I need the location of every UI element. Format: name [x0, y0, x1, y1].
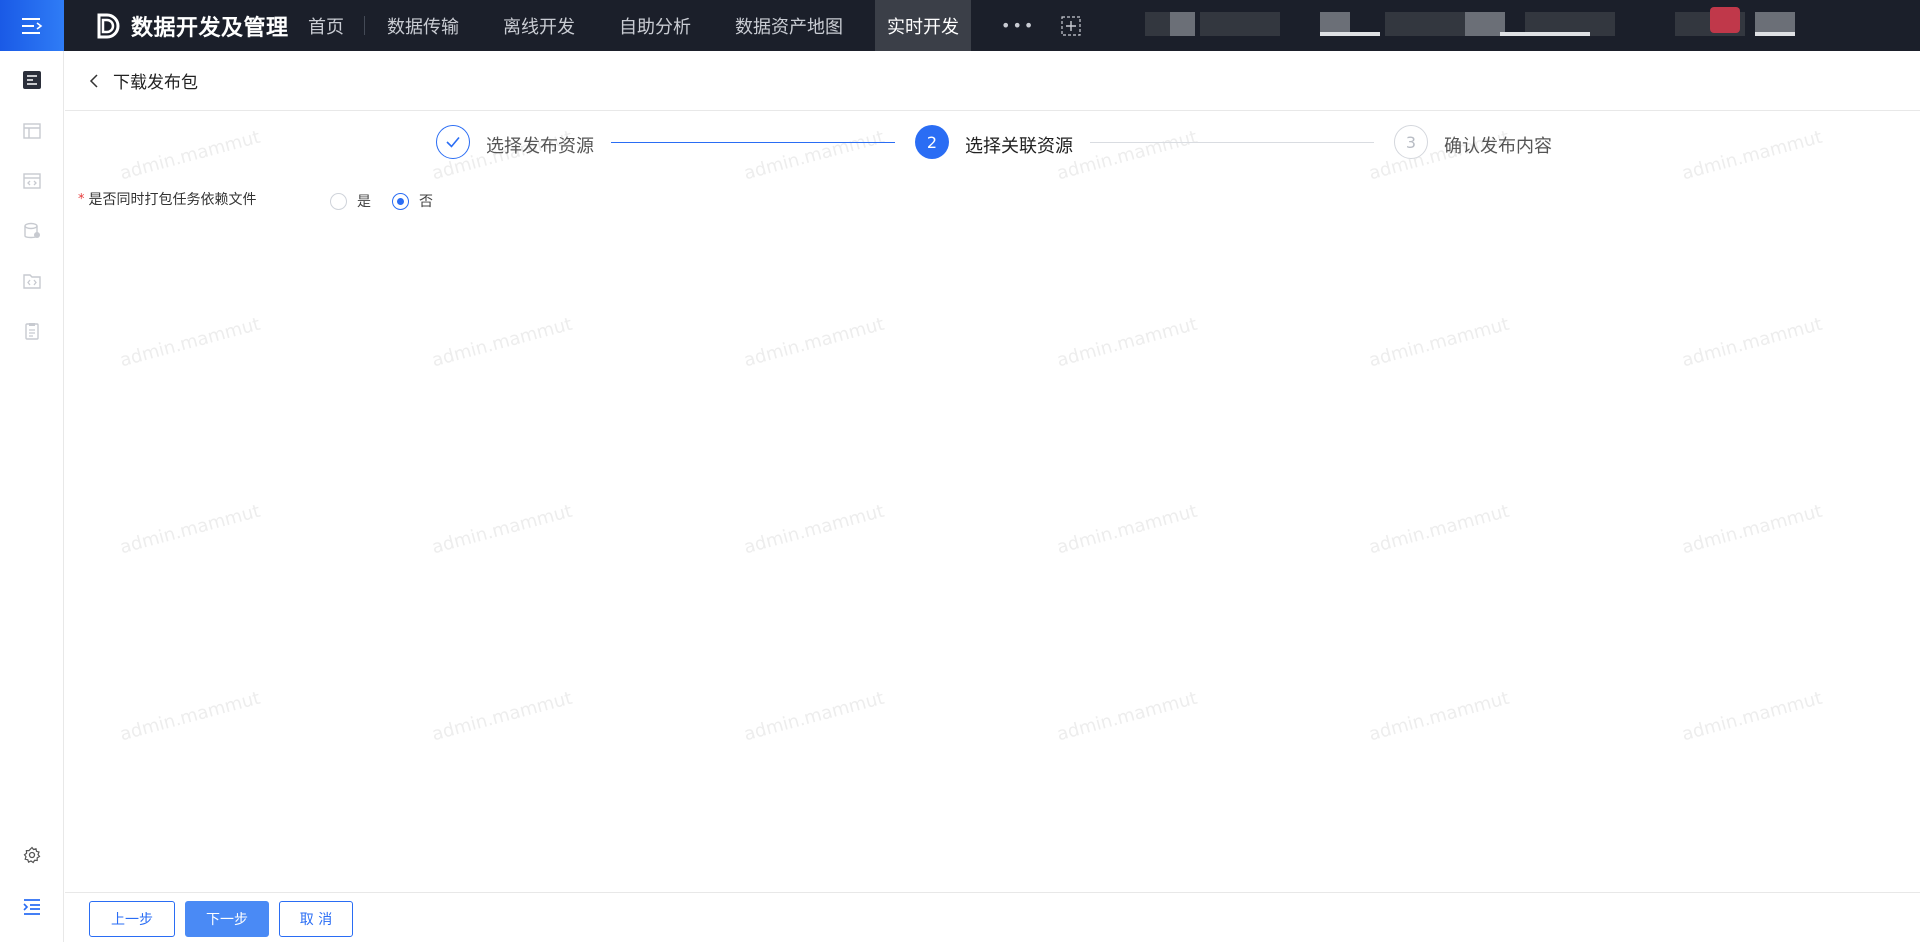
clipboard-icon [25, 323, 39, 340]
watermark: admin.mammut [1679, 687, 1825, 746]
code-folder-icon [23, 274, 41, 289]
watermark: admin.mammut [117, 313, 263, 372]
footer-actions: 上一步 下一步 取 消 [65, 892, 1920, 942]
radio-yes-dot[interactable] [330, 192, 347, 210]
watermark: admin.mammut [1054, 687, 1200, 746]
nav-item-offline-dev[interactable]: 离线开发 [481, 0, 597, 51]
watermark: admin.mammut [117, 687, 263, 746]
back-arrow-icon[interactable] [87, 73, 103, 89]
sidebar-item-database[interactable] [20, 219, 44, 243]
watermark: admin.mammut [741, 500, 887, 559]
prev-step-button[interactable]: 上一步 [89, 901, 175, 937]
more-menu-button[interactable]: ••• [971, 0, 1049, 51]
nav-item-data-transfer[interactable]: 数据传输 [365, 0, 481, 51]
sidebar-item-settings[interactable] [20, 843, 44, 867]
step-1-circle [436, 125, 470, 159]
step-connector-pending [1090, 142, 1374, 143]
app-title: 数据开发及管理 [131, 15, 289, 41]
sidebar-collapse-button[interactable] [20, 895, 44, 919]
notification-badge[interactable] [1710, 7, 1740, 33]
watermark: admin.mammut [1679, 313, 1825, 372]
radio-no-label: 否 [419, 194, 433, 210]
step-3-label: 确认发布内容 [1444, 136, 1552, 157]
watermark: admin.mammut [429, 687, 575, 746]
nav-item-home[interactable]: 首页 [290, 0, 364, 51]
user-area[interactable] [1145, 7, 1865, 36]
top-navigation-bar: 数据开发及管理 首页 数据传输 离线开发 自助分析 数据资产地图 实时开发 ••… [0, 0, 1920, 51]
menu-toggle-button[interactable] [0, 0, 64, 51]
step-1-label: 选择发布资源 [486, 136, 594, 157]
brand-logo-icon [97, 13, 120, 38]
watermark: admin.mammut [429, 313, 575, 372]
main-nav: 首页 数据传输 离线开发 自助分析 数据资产地图 实时开发 ••• [290, 0, 1093, 51]
nav-item-realtime-dev[interactable]: 实时开发 [875, 0, 971, 51]
check-icon [446, 136, 460, 148]
task-list-icon [23, 71, 41, 89]
sidebar-item-clipboard[interactable] [20, 319, 44, 343]
radio-yes-label: 是 [357, 194, 371, 210]
brand[interactable]: 数据开发及管理 [94, 0, 289, 51]
page-header: 下载发布包 [65, 51, 1920, 111]
next-step-button[interactable]: 下一步 [185, 901, 269, 937]
watermark: admin.mammut [1366, 313, 1512, 372]
package-dependency-label: 是否同时打包任务依赖文件 [88, 192, 257, 208]
watermark: admin.mammut [1366, 500, 1512, 559]
watermark: admin.mammut [117, 500, 263, 559]
indent-icon [23, 899, 40, 915]
radio-no-dot[interactable] [392, 192, 409, 210]
nav-item-asset-map[interactable]: 数据资产地图 [713, 0, 865, 51]
watermark: admin.mammut [1054, 500, 1200, 559]
watermark: admin.mammut [1679, 500, 1825, 559]
page-title: 下载发布包 [113, 73, 198, 93]
database-icon [24, 222, 40, 239]
cancel-button[interactable]: 取 消 [279, 901, 353, 937]
package-dependency-field: * 是否同时打包任务依赖文件 [78, 188, 257, 210]
sidebar-item-script[interactable] [20, 269, 44, 293]
left-sidebar [0, 51, 64, 942]
radio-no[interactable]: 否 [392, 191, 433, 211]
step-connector-done [611, 142, 895, 143]
sidebar-item-task-list[interactable] [20, 68, 44, 92]
add-tab-button[interactable] [1049, 0, 1093, 51]
gear-icon [23, 846, 41, 864]
code-window-icon [23, 173, 41, 189]
sidebar-item-code[interactable] [20, 169, 44, 193]
required-mark: * [78, 191, 85, 207]
nav-item-self-analysis[interactable]: 自助分析 [597, 0, 713, 51]
watermark: admin.mammut [741, 687, 887, 746]
watermark: admin.mammut [429, 500, 575, 559]
step-2-label: 选择关联资源 [965, 136, 1073, 157]
watermark: admin.mammut [1366, 687, 1512, 746]
radio-yes[interactable]: 是 [330, 191, 371, 211]
steps-progress: 选择发布资源 2 选择关联资源 3 确认发布内容 [0, 124, 1920, 162]
step-3-circle: 3 [1394, 125, 1428, 159]
watermark: admin.mammut [741, 313, 887, 372]
watermark: admin.mammut [1054, 313, 1200, 372]
menu-icon [22, 17, 43, 34]
step-2-circle: 2 [915, 125, 949, 159]
add-box-icon [1061, 15, 1081, 36]
